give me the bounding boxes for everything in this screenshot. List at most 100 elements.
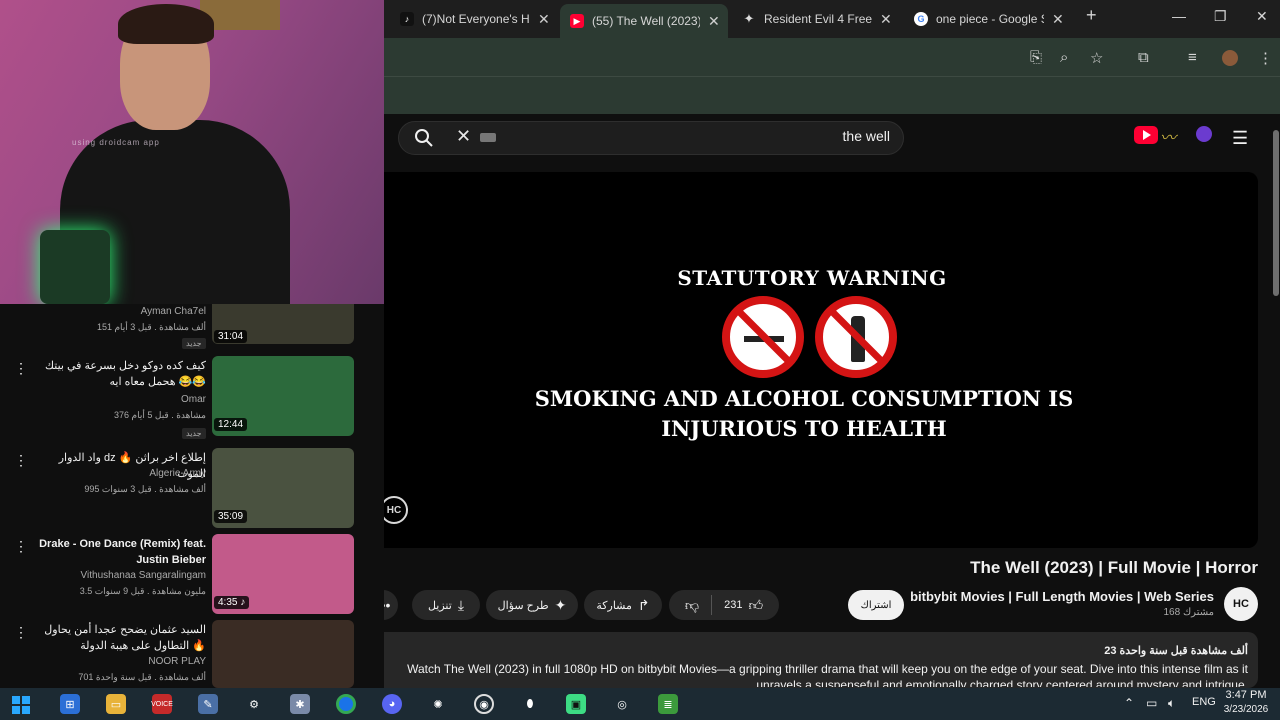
webcam-overlay: using droidcam app	[0, 0, 384, 304]
chevron-up-icon[interactable]: ⌃	[1124, 696, 1134, 710]
ask-button[interactable]: طرح سؤال ✦	[486, 590, 578, 620]
clock-time[interactable]: 3:47 PM	[1220, 689, 1272, 701]
list-item[interactable]: 35:09 ⋮ واد الدوار dz 🔥 إطلاع اخر براثن …	[0, 448, 384, 532]
video-meta: 3.5 مليون مشاهدة . قبل 9 سنوات	[79, 586, 206, 596]
bookmark-star-icon[interactable]: ☆	[1090, 49, 1103, 67]
video-thumbnail[interactable]	[212, 620, 354, 688]
download-button[interactable]: تنزيل ⤓	[412, 590, 480, 620]
close-tab-icon[interactable]: ✕	[880, 11, 892, 28]
install-app-icon[interactable]: ⎘	[1030, 49, 1042, 66]
channel-name[interactable]: Omar	[30, 394, 206, 405]
video-meta: 376 مشاهدة . قبل 5 أيام	[114, 410, 206, 420]
video-meta: 151 ألف مشاهدة . قبل 3 أيام	[96, 322, 206, 332]
youtube-icon: ▶	[570, 14, 584, 28]
subscribe-button[interactable]: اشتراك	[848, 590, 904, 620]
clock-date[interactable]: 3/23/2026	[1220, 704, 1272, 715]
more-options-icon[interactable]: ⋮	[14, 360, 28, 377]
chrome-icon[interactable]	[336, 694, 356, 714]
no-alcohol-icon	[815, 296, 897, 378]
warning-body: SMOKING AND ALCOHOL CONSUMPTION IS INJUR…	[370, 384, 1238, 444]
youtube-doodle-logo[interactable]: 〰	[1160, 124, 1176, 148]
tab-label: (55) The Well (2023) |	[592, 14, 700, 28]
new-badge: جديد	[182, 428, 206, 439]
download-label: تنزيل	[427, 599, 452, 612]
channel-name[interactable]: Algerie Army	[30, 468, 206, 479]
tab-resident-evil[interactable]: ✦ Resident Evil 4 Free D ✕	[732, 4, 900, 34]
steam-icon[interactable]: ◎	[612, 694, 632, 714]
windows-taskbar	[0, 688, 1280, 720]
search-icon[interactable]	[414, 128, 434, 148]
like-count: 231	[724, 599, 743, 611]
close-tab-icon[interactable]: ✕	[708, 13, 720, 30]
settings-gear-icon[interactable]: ⚙	[244, 694, 264, 714]
windows-start-icon[interactable]	[12, 696, 30, 714]
scrollbar-thumb[interactable]	[1273, 130, 1279, 296]
shield-app-icon[interactable]: ⬮	[520, 694, 540, 714]
list-item[interactable]: 31:04 Ayman Cha7el 151 ألف مشاهدة . قبل …	[0, 304, 384, 364]
dislike-icon[interactable]: 👎︎	[685, 597, 699, 614]
microsoft-store-icon[interactable]: ⊞	[60, 694, 80, 714]
video-player[interactable]	[370, 172, 1258, 548]
app-swirl-icon[interactable]: ✺	[428, 694, 448, 714]
close-tab-icon[interactable]: ✕	[538, 11, 550, 28]
restore-icon[interactable]: ❐	[1214, 8, 1227, 25]
channel-name[interactable]: bitbybit Movies | Full Length Movies | W…	[900, 589, 1214, 604]
channel-avatar[interactable]: HC	[1224, 587, 1258, 621]
share-button[interactable]: مشاركة ↱	[584, 590, 662, 620]
clear-search-icon[interactable]: ✕	[456, 126, 471, 147]
channel-name[interactable]: Vithushanaa Sangaralingam	[30, 570, 206, 581]
channel-name[interactable]: Ayman Cha7el	[30, 306, 206, 317]
tiktok-icon: ♪	[400, 12, 414, 26]
hamburger-menu-icon[interactable]: ☰	[1232, 128, 1248, 149]
voicemod-icon[interactable]: VOICE	[151, 694, 173, 714]
video-title[interactable]: Drake - One Dance (Remix) feat. Justin B…	[30, 536, 206, 568]
search-input[interactable]: the well	[640, 128, 890, 144]
extensions-icon[interactable]: ⧉	[1138, 49, 1149, 66]
window-close-icon[interactable]: ✕	[1256, 8, 1268, 25]
subscriber-count: 168 مشترك	[1163, 607, 1214, 618]
sparkle-icon: ✦	[743, 11, 755, 26]
new-tab-button[interactable]: +	[1086, 5, 1097, 26]
location-icon[interactable]: ◉	[474, 694, 494, 714]
volume-icon[interactable]: 🔈︎	[1168, 696, 1175, 711]
webcam-caption: using droidcam app	[72, 138, 160, 147]
video-meta: 701 ألف مشاهدة . قبل سنة واحدة	[78, 672, 206, 682]
tab-youtube-active[interactable]: ▶ (55) The Well (2023) | ✕	[560, 4, 728, 38]
channel-name[interactable]: NOOR PLAY	[30, 656, 206, 667]
bluestacks-icon[interactable]: ≣	[658, 694, 678, 714]
warning-line-1: SMOKING AND ALCOHOL CONSUMPTION IS	[534, 386, 1074, 411]
share-label: مشاركة	[596, 599, 632, 612]
more-menu-icon[interactable]: ⋮	[1258, 49, 1273, 67]
video-title[interactable]: السيد عثمان يضحح عجدا أمن يحاول التطاول …	[30, 622, 206, 654]
warning-line-2: INJURIOUS TO HEALTH	[661, 416, 947, 441]
profile-avatar[interactable]	[1222, 50, 1238, 66]
more-options-icon[interactable]: ⋮	[14, 624, 28, 641]
like-icon[interactable]: 👍︎	[748, 597, 763, 614]
channel-watermark[interactable]: HC	[380, 496, 408, 524]
discord-icon[interactable]: ◕	[382, 694, 402, 714]
media-control-icon[interactable]: ≡	[1188, 49, 1197, 66]
youtube-logo-icon[interactable]	[1134, 126, 1158, 144]
keyboard-icon[interactable]	[480, 133, 496, 142]
video-title[interactable]: كيف كده دوكو دخل بسرعة في بيتك هحمل معاه…	[30, 358, 206, 390]
close-tab-icon[interactable]: ✕	[1052, 11, 1064, 28]
list-item[interactable]: 4:35 ♪ ⋮ Drake - One Dance (Remix) feat.…	[0, 534, 384, 618]
more-options-icon[interactable]: ⋮	[14, 538, 28, 555]
views-and-date: 23 ألف مشاهدة قبل سنة واحدة	[1104, 645, 1248, 657]
paint-icon[interactable]: ✱	[290, 694, 310, 714]
warning-title: STATUTORY WARNING	[677, 266, 947, 290]
more-options-icon[interactable]: ⋮	[14, 452, 28, 469]
android-app-icon[interactable]: ▣	[566, 694, 586, 714]
network-icon[interactable]: ▭	[1146, 696, 1157, 710]
tab-label: (7)Not Everyone's He	[422, 12, 530, 26]
minimize-icon[interactable]: —	[1172, 8, 1186, 24]
file-explorer-icon[interactable]: ▭	[106, 694, 126, 714]
list-item[interactable]: ⋮ السيد عثمان يضحح عجدا أمن يحاول التطاو…	[0, 620, 384, 688]
tab-google[interactable]: G one piece - Google S ✕	[904, 4, 1072, 34]
zoom-icon[interactable]: ⌕	[1060, 49, 1068, 66]
tab-tiktok[interactable]: ♪ (7)Not Everyone's He ✕	[390, 4, 558, 34]
share-icon: ↱	[637, 596, 650, 613]
language-indicator[interactable]: ENG	[1192, 696, 1216, 708]
list-item[interactable]: 12:44 ⋮ كيف كده دوكو دخل بسرعة في بيتك ه…	[0, 356, 384, 440]
editor-icon[interactable]: ✎	[198, 694, 218, 714]
